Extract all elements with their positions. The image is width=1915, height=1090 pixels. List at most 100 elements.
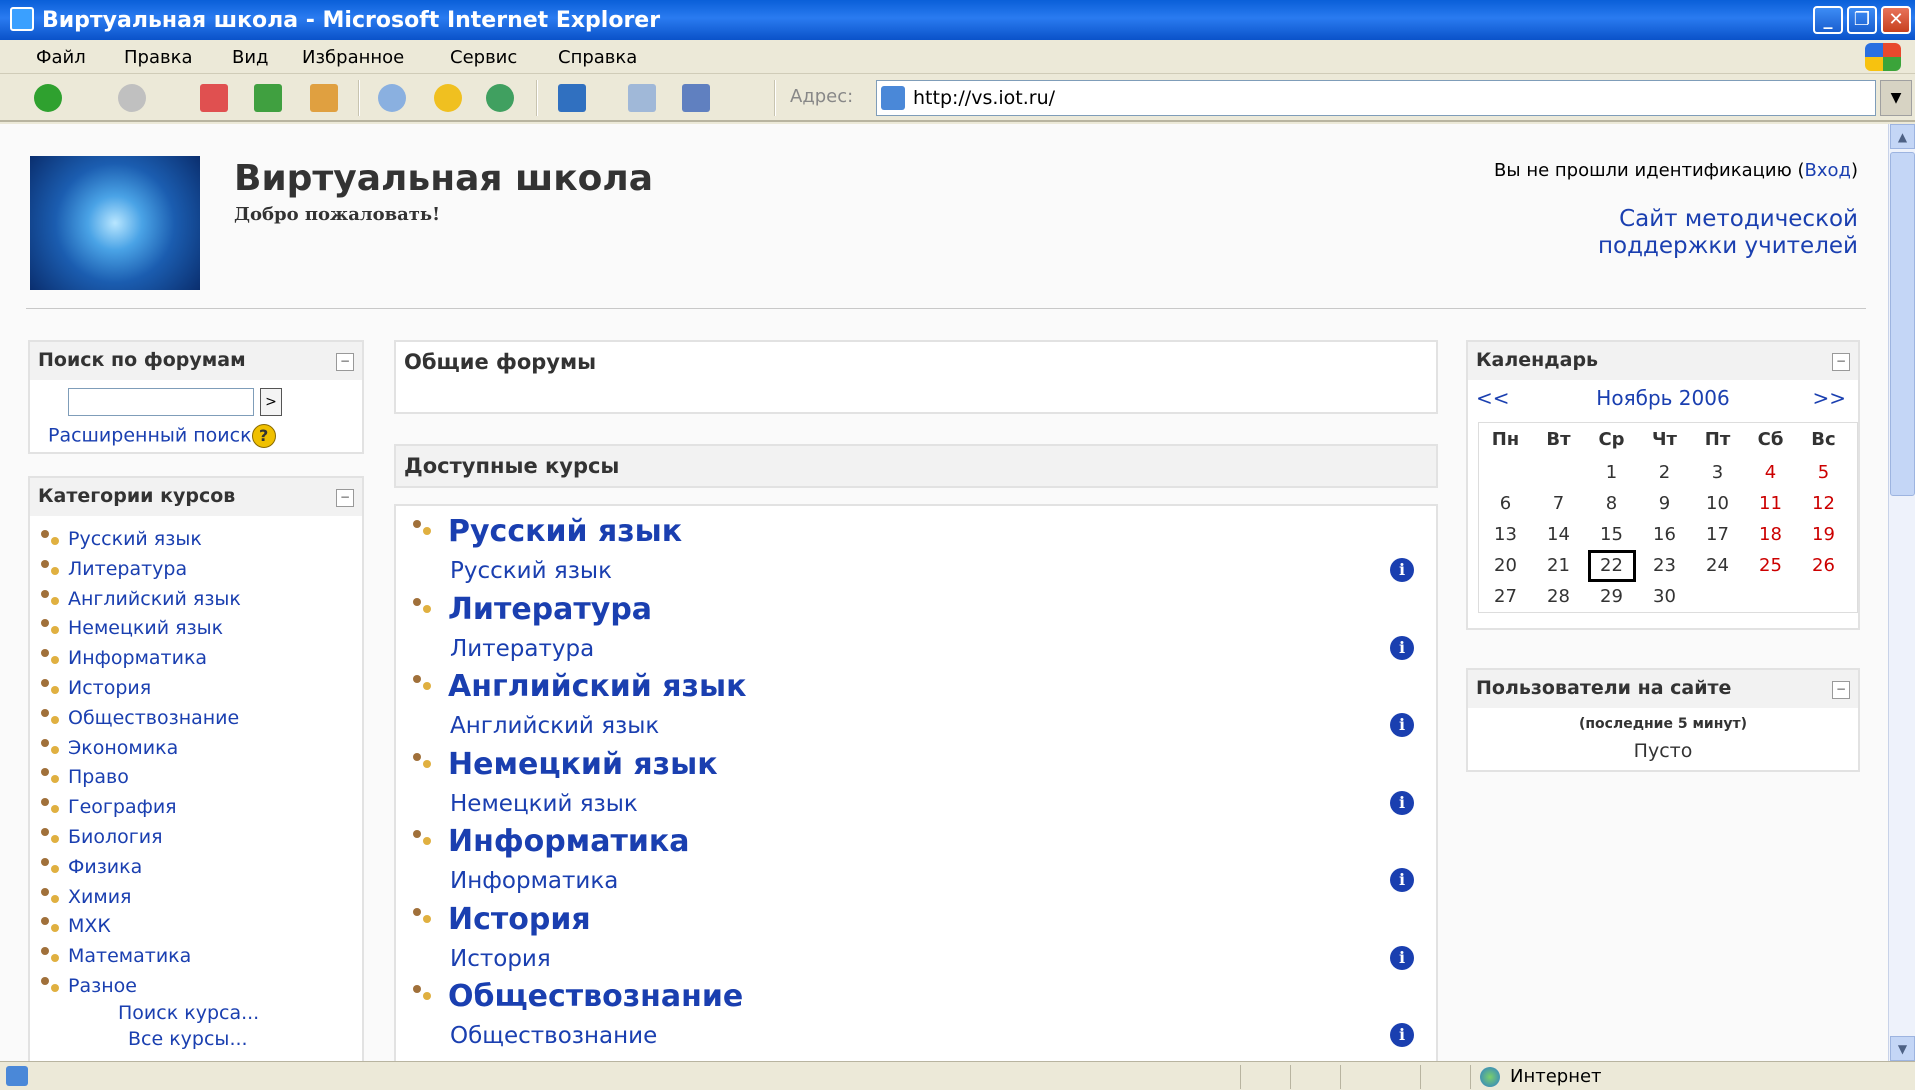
calendar-day[interactable]: 27	[1479, 581, 1532, 612]
collapse-icon[interactable]: −	[336, 353, 354, 371]
menu-view[interactable]: Вид	[232, 47, 269, 68]
course-name[interactable]: Английский язык	[448, 669, 746, 704]
menu-edit[interactable]: Правка	[124, 47, 193, 68]
address-bar[interactable]	[876, 80, 1876, 116]
course-name[interactable]: Обществознание	[448, 979, 743, 1014]
favorites-star-icon[interactable]	[434, 84, 462, 112]
category-item[interactable]: Математика	[40, 945, 241, 975]
category-label[interactable]: Биология	[68, 826, 163, 848]
stop-icon[interactable]	[200, 84, 228, 112]
category-label[interactable]: Химия	[68, 886, 131, 908]
category-item[interactable]: Экономика	[40, 737, 241, 767]
category-item[interactable]: Английский язык	[40, 588, 241, 618]
close-button[interactable]: ✕	[1881, 6, 1911, 34]
forum-search-input[interactable]	[68, 388, 254, 416]
calendar-next-link[interactable]: >>	[1812, 386, 1846, 410]
calendar-day[interactable]: 12	[1797, 488, 1850, 519]
calendar-day[interactable]: 19	[1797, 519, 1850, 550]
address-dropdown-button[interactable]: ▼	[1880, 80, 1912, 116]
menu-favorites[interactable]: Избранное	[302, 47, 404, 68]
category-label[interactable]: Обществознание	[68, 707, 239, 729]
maximize-button[interactable]: ❐	[1847, 6, 1877, 34]
calendar-day[interactable]: 9	[1638, 488, 1691, 519]
calendar-day[interactable]: 4	[1744, 457, 1797, 488]
forum-search-button[interactable]: >	[260, 388, 282, 416]
category-label[interactable]: История	[68, 677, 151, 699]
forward-icon[interactable]	[118, 84, 146, 112]
category-item[interactable]: География	[40, 796, 241, 826]
mail-icon[interactable]	[558, 84, 586, 112]
vertical-scrollbar[interactable]: ▲ ▼	[1888, 124, 1915, 1061]
course-name[interactable]: Русский язык	[448, 514, 682, 549]
category-item[interactable]: Литература	[40, 558, 241, 588]
collapse-icon[interactable]: −	[1832, 353, 1850, 371]
menu-help[interactable]: Справка	[558, 47, 637, 68]
category-item[interactable]: Физика	[40, 856, 241, 886]
category-label[interactable]: Английский язык	[68, 588, 241, 610]
calendar-day[interactable]: 18	[1744, 519, 1797, 550]
course-title-link[interactable]: Русский язык	[412, 514, 682, 549]
support-site-link[interactable]: Сайт методической поддержки учителей	[1538, 206, 1858, 260]
course-name[interactable]: Литература	[448, 592, 652, 627]
calendar-prev-link[interactable]: <<	[1476, 386, 1510, 410]
category-item[interactable]: Обществознание	[40, 707, 241, 737]
category-item[interactable]: История	[40, 677, 241, 707]
calendar-day[interactable]: 16	[1638, 519, 1691, 550]
search-icon[interactable]	[378, 84, 406, 112]
advanced-search-link[interactable]: Расширенный поиск?	[48, 424, 276, 448]
calendar-day[interactable]: 6	[1479, 488, 1532, 519]
calendar-day[interactable]: 23	[1638, 550, 1691, 581]
calendar-day[interactable]: 17	[1691, 519, 1744, 550]
calendar-day[interactable]: 1	[1585, 457, 1638, 488]
calendar-day[interactable]: 7	[1532, 488, 1585, 519]
category-item[interactable]: Немецкий язык	[40, 617, 241, 647]
course-title-link[interactable]: Информатика	[412, 824, 689, 859]
category-label[interactable]: Математика	[68, 945, 191, 967]
category-item[interactable]: Разное	[40, 975, 241, 1005]
menu-tools[interactable]: Сервис	[450, 47, 517, 68]
info-icon[interactable]: i	[1390, 713, 1414, 737]
course-title-link[interactable]: Немецкий язык	[412, 747, 718, 782]
calendar-day[interactable]: 11	[1744, 488, 1797, 519]
calendar-day[interactable]: 3	[1691, 457, 1744, 488]
calendar-day[interactable]: 30	[1638, 581, 1691, 612]
calendar-day[interactable]: 14	[1532, 519, 1585, 550]
calendar-day[interactable]: 8	[1585, 488, 1638, 519]
course-name[interactable]: Информатика	[448, 824, 689, 859]
category-label[interactable]: Немецкий язык	[68, 617, 223, 639]
calendar-day[interactable]: 28	[1532, 581, 1585, 612]
print-icon[interactable]	[628, 84, 656, 112]
calendar-day[interactable]: 24	[1691, 550, 1744, 581]
calendar-day[interactable]: 15	[1585, 519, 1638, 550]
calendar-day[interactable]: 13	[1479, 519, 1532, 550]
all-courses-link[interactable]: Все курсы...	[128, 1028, 248, 1050]
category-item[interactable]: Русский язык	[40, 528, 241, 558]
category-item[interactable]: Химия	[40, 886, 241, 916]
info-icon[interactable]: i	[1390, 945, 1414, 970]
course-title-link[interactable]: История	[412, 902, 591, 937]
calendar-day[interactable]: 22	[1585, 550, 1638, 582]
login-link[interactable]: Вход	[1805, 160, 1851, 181]
category-item[interactable]: Информатика	[40, 647, 241, 677]
calendar-day[interactable]: 2	[1638, 457, 1691, 488]
category-label[interactable]: Литература	[68, 558, 187, 580]
calendar-day[interactable]: 29	[1585, 581, 1638, 612]
course-title-link[interactable]: Английский язык	[412, 669, 746, 704]
category-label[interactable]: МХК	[68, 915, 111, 937]
category-item[interactable]: МХК	[40, 915, 241, 945]
calendar-today[interactable]: 22	[1587, 550, 1636, 582]
info-icon[interactable]: i	[1390, 635, 1414, 660]
calendar-day[interactable]: 10	[1691, 488, 1744, 519]
info-icon[interactable]: i	[1390, 868, 1414, 892]
search-courses-link[interactable]: Поиск курса...	[118, 1002, 259, 1024]
calendar-day[interactable]: 21	[1532, 550, 1585, 581]
calendar-month-link[interactable]: Ноябрь 2006	[1578, 386, 1748, 410]
menu-file[interactable]: Файл	[36, 47, 86, 68]
collapse-icon[interactable]: −	[1832, 681, 1850, 699]
calendar-day[interactable]: 26	[1797, 550, 1850, 581]
scroll-down-icon[interactable]: ▼	[1890, 1036, 1915, 1061]
scroll-thumb[interactable]	[1890, 152, 1915, 496]
back-icon[interactable]	[34, 84, 62, 112]
refresh-icon[interactable]	[254, 84, 282, 112]
calendar-day[interactable]: 20	[1479, 550, 1532, 581]
